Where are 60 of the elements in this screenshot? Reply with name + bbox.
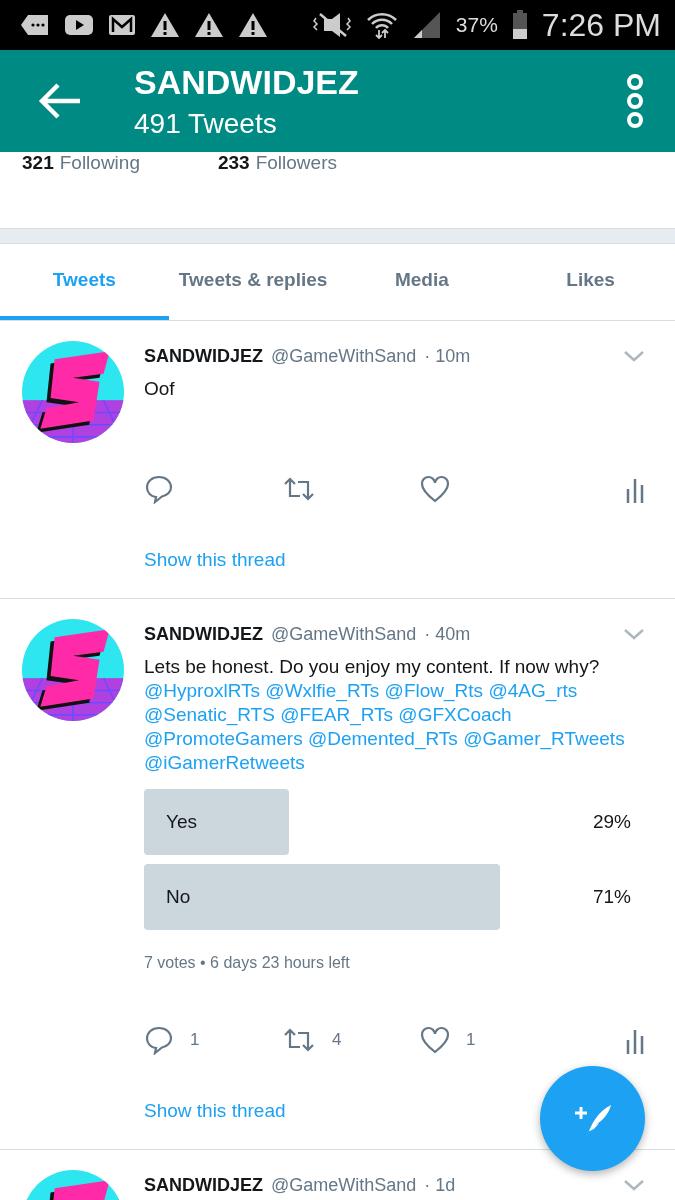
heart-icon[interactable] bbox=[420, 1026, 450, 1054]
mention-link[interactable]: @4AG_rts bbox=[488, 680, 578, 701]
mention-link[interactable]: @Demented_RTs bbox=[307, 728, 458, 749]
action-count: 1 bbox=[466, 1030, 476, 1050]
video-icon bbox=[64, 14, 94, 36]
back-arrow-icon[interactable] bbox=[38, 83, 82, 119]
poll-percent: 71% bbox=[592, 886, 631, 908]
mention-link[interactable]: @Gamer_RTweets bbox=[463, 728, 625, 749]
profile-tab[interactable]: Media bbox=[337, 244, 507, 320]
tweet-time: · 40m bbox=[424, 623, 471, 645]
tweet-time: · 1d bbox=[424, 1174, 456, 1196]
messages-icon bbox=[20, 14, 50, 36]
action-count: 4 bbox=[332, 1030, 342, 1050]
heart-icon[interactable] bbox=[420, 475, 450, 503]
warning-icon bbox=[194, 12, 224, 38]
vibrate-off-icon bbox=[311, 12, 352, 38]
compose-button[interactable] bbox=[540, 1066, 645, 1171]
author-handle: @GameWithSand bbox=[271, 345, 417, 367]
retweet-icon[interactable] bbox=[282, 476, 316, 502]
reply-icon[interactable] bbox=[144, 474, 174, 504]
poll-option-label: No bbox=[166, 886, 191, 908]
profile-tab[interactable]: Tweets & replies bbox=[168, 244, 338, 320]
tweet-text: Oof bbox=[144, 378, 175, 399]
mention-link[interactable]: @Flow_Rts bbox=[384, 680, 484, 701]
mention-link[interactable]: @HyproxlRTs bbox=[144, 680, 261, 701]
profile-tab[interactable]: Tweets bbox=[0, 244, 169, 320]
author-handle: @GameWithSand bbox=[271, 623, 417, 645]
author-handle: @GameWithSand bbox=[271, 1174, 417, 1196]
author-name: SANDWIDJEZ bbox=[144, 1174, 263, 1196]
warning-icon bbox=[238, 12, 268, 38]
profile-tab[interactable]: Likes bbox=[506, 244, 675, 320]
follow-stat[interactable]: 233 Followers bbox=[217, 152, 337, 174]
mention-link[interactable]: @Senatic_RTS bbox=[144, 704, 275, 725]
show-thread-link[interactable]: Show this thread bbox=[144, 1100, 286, 1122]
warning-icon bbox=[150, 12, 180, 38]
reply-icon[interactable] bbox=[144, 1025, 174, 1055]
wifi-icon bbox=[365, 11, 398, 39]
poll-percent: 29% bbox=[592, 811, 631, 833]
author-name: SANDWIDJEZ bbox=[144, 345, 263, 367]
mention-link[interactable]: @GFXCoach bbox=[398, 704, 512, 725]
battery-percent: 37% bbox=[455, 13, 498, 37]
tweet-count: 491 Tweets bbox=[134, 107, 278, 140]
mail-icon bbox=[108, 14, 136, 36]
more-options-icon[interactable] bbox=[625, 73, 645, 129]
mention-link[interactable]: @FEAR_RTs bbox=[280, 704, 394, 725]
poll-summary: 7 votes • 6 days 23 hours left bbox=[144, 954, 351, 972]
tweet-text: Lets be honest. Do you enjoy my content. If now why? bbox=[144, 656, 600, 677]
mention-link[interactable]: @iGamerRetweets bbox=[144, 752, 305, 773]
poll-option-label: Yes bbox=[166, 811, 197, 833]
profile-name: SANDWIDJEZ bbox=[134, 62, 360, 102]
follow-stat[interactable]: 321 Following bbox=[22, 152, 140, 174]
battery-icon bbox=[511, 10, 528, 40]
mention-link[interactable]: @PromoteGamers bbox=[144, 728, 303, 749]
action-count: 1 bbox=[190, 1030, 200, 1050]
clock-time: 7:26 PM bbox=[541, 6, 661, 44]
retweet-icon[interactable] bbox=[282, 1027, 316, 1053]
mention-link[interactable]: @Wxlfie_RTs bbox=[265, 680, 380, 701]
show-thread-link[interactable]: Show this thread bbox=[144, 549, 286, 571]
tweet-time: · 10m bbox=[424, 345, 471, 367]
author-name: SANDWIDJEZ bbox=[144, 623, 263, 645]
